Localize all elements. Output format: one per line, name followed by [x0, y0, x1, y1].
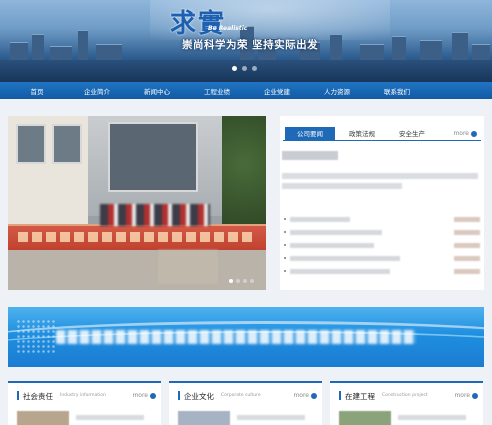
nav-item-home[interactable]: 首页: [8, 86, 66, 96]
photo-slider[interactable]: [8, 116, 266, 290]
featured-summary-line: [282, 173, 478, 179]
river: [0, 60, 492, 82]
nav-item-news[interactable]: 新闻中心: [128, 86, 186, 96]
slider-dot-1[interactable]: [229, 279, 233, 283]
header-banner: 求實 Be Realistic 崇尚科学为荣 坚持实际出发: [0, 0, 492, 82]
slider-pagination: [229, 279, 254, 283]
section-construction-projects: 在建工程 Construction project more: [330, 381, 483, 425]
news-list-item[interactable]: [284, 254, 480, 264]
section-subtitle: Industry information: [60, 393, 106, 398]
banner-dot-2[interactable]: [242, 66, 247, 71]
section-social-responsibility: 社会责任 Industry information more: [8, 381, 161, 425]
tab-policy[interactable]: 政策法规: [341, 127, 383, 141]
section-thumbnail[interactable]: [178, 411, 230, 425]
tree: [222, 116, 266, 236]
slider-dot-3[interactable]: [243, 279, 247, 283]
section-subtitle: Corporate culture: [221, 393, 261, 398]
news-panel: 公司要闻 政策法规 安全生产 more: [280, 116, 484, 290]
section-title: 社会责任: [23, 392, 53, 401]
section-subtitle: Construction project: [382, 393, 428, 398]
more-arrow-icon: [472, 392, 478, 399]
news-tabs: 公司要闻 政策法规 安全生产 more: [283, 127, 481, 141]
section-corporate-culture: 企业文化 Corporate culture more: [169, 381, 322, 425]
banner-dot-3[interactable]: [252, 66, 257, 71]
nav-item-party[interactable]: 企业党建: [248, 86, 306, 96]
company-slogan: 崇尚科学为荣 坚持实际出发: [182, 39, 319, 51]
news-list-item[interactable]: [284, 241, 480, 251]
section-title: 企业文化: [184, 392, 214, 401]
logo-subtitle: Be Realistic: [208, 25, 248, 32]
featured-summary-line: [282, 183, 402, 189]
section-more-label: more: [293, 392, 309, 399]
news-more-label: more: [453, 130, 469, 137]
tab-company-news[interactable]: 公司要闻: [285, 127, 335, 141]
featured-headline[interactable]: [282, 151, 338, 160]
nav-item-about[interactable]: 企业简介: [68, 86, 126, 96]
tab-safety[interactable]: 安全生产: [391, 127, 433, 141]
more-arrow-icon: [311, 392, 317, 399]
banner-pagination: [232, 66, 257, 71]
news-list-item[interactable]: [284, 215, 480, 225]
news-more-link[interactable]: more: [453, 127, 477, 141]
section-thumbnail[interactable]: [339, 411, 391, 425]
nav-item-hr[interactable]: 人力资源: [308, 86, 366, 96]
section-title: 在建工程: [345, 392, 375, 401]
more-arrow-icon: [150, 392, 156, 399]
nav-item-contact[interactable]: 联系我们: [368, 86, 426, 96]
section-more-label: more: [132, 392, 148, 399]
news-list-item[interactable]: [284, 228, 480, 238]
crowd: [100, 204, 210, 226]
more-arrow-icon: [471, 130, 477, 137]
section-more-link[interactable]: more: [293, 392, 317, 399]
nav-item-projects[interactable]: 工程业绩: [188, 86, 246, 96]
company-logo[interactable]: 求實: [170, 3, 226, 40]
banner-dot-1[interactable]: [232, 66, 237, 71]
section-thumbnail[interactable]: [17, 411, 69, 425]
slider-dot-2[interactable]: [236, 279, 240, 283]
section-more-link[interactable]: more: [454, 392, 478, 399]
slider-dot-4[interactable]: [250, 279, 254, 283]
promo-banner[interactable]: [8, 307, 484, 367]
promo-text: [56, 330, 416, 344]
news-list-item[interactable]: [284, 267, 480, 277]
section-more-label: more: [454, 392, 470, 399]
main-nav: 首页 企业简介 新闻中心 工程业绩 企业党建 人力资源 联系我们: [0, 82, 492, 99]
section-more-link[interactable]: more: [132, 392, 156, 399]
